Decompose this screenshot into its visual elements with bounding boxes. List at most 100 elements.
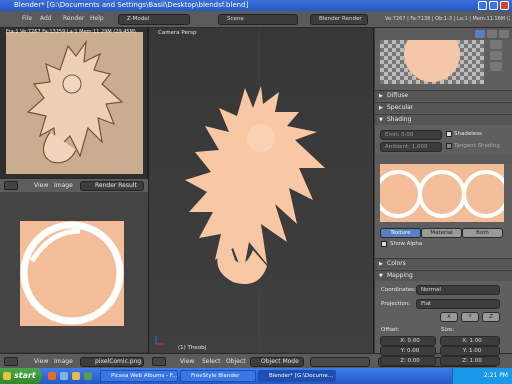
menu-select[interactable]: Select xyxy=(202,358,221,365)
close-button[interactable] xyxy=(500,1,509,10)
projection-dropdown[interactable]: Flat xyxy=(416,299,500,309)
tangent-shading-label: Tangent Shading xyxy=(454,143,500,149)
offset-label: Offset: xyxy=(381,327,400,333)
image-slot-selector[interactable]: Render Result xyxy=(80,181,144,191)
panel-specular[interactable]: ▶ Specular xyxy=(375,102,512,113)
expand-icon: ▼ xyxy=(379,117,383,123)
menu-view[interactable]: View xyxy=(34,182,48,189)
window-title-bar: Blender* [G:\Documents and Settings\Basi… xyxy=(0,0,512,11)
offset-z-field[interactable]: Z: 0.00 xyxy=(380,356,436,366)
quicklaunch-firefox-icon[interactable] xyxy=(48,372,56,380)
panel-label: Mapping xyxy=(387,272,413,279)
panel-label: Colors xyxy=(387,260,406,267)
image-editor-header: View Image Render Result xyxy=(0,178,148,192)
viewport-background xyxy=(149,28,373,353)
texture-preview xyxy=(380,164,504,222)
material-preview xyxy=(380,40,484,84)
minimize-button[interactable] xyxy=(478,1,487,10)
window-title: Blender* [G:\Documents and Settings\Basi… xyxy=(14,1,249,9)
active-object-overlay: (1) Theobj xyxy=(178,345,207,351)
start-button[interactable]: start xyxy=(0,368,42,384)
tab-icon[interactable] xyxy=(487,30,497,38)
collapse-icon: ▶ xyxy=(379,93,383,99)
clock: 2:21 PM xyxy=(483,372,508,379)
panel-colors[interactable]: ▶ Colors xyxy=(375,258,512,269)
rendered-character xyxy=(26,39,124,164)
axis-x-selector[interactable]: X xyxy=(440,312,458,322)
panel-shading[interactable]: ▼ Shading xyxy=(375,114,512,125)
ambient-field[interactable]: Ambient: 1.000 xyxy=(380,142,442,152)
mode-selector[interactable]: Object Mode xyxy=(250,357,304,367)
coordinates-dropdown[interactable]: Normal xyxy=(416,285,500,295)
quicklaunch-icon[interactable] xyxy=(84,372,92,380)
preview-flat-button[interactable] xyxy=(490,40,502,49)
texture-circle-pattern xyxy=(20,221,124,326)
task-picasa[interactable]: Picasa Web Albums - F... xyxy=(100,370,178,382)
shadeless-label: Shadeless xyxy=(454,131,482,137)
axis-z-selector[interactable]: Z xyxy=(482,312,500,322)
collapse-icon: ▶ xyxy=(379,261,383,267)
shading-controls[interactable] xyxy=(310,357,370,367)
view-name-overlay: Camera Persp xyxy=(158,30,197,36)
render-result-image xyxy=(6,32,143,174)
menu-image[interactable]: Image xyxy=(54,182,73,189)
tab-material[interactable]: Material xyxy=(421,228,462,238)
preview-sphere-button[interactable] xyxy=(490,51,502,60)
emit-field[interactable]: Emit: 0.00 xyxy=(380,130,442,140)
scene-stats: Ve:7267 | Fa:7138 | Ob:1-3 | La:1 | Mem:… xyxy=(385,16,510,22)
scene-selector[interactable]: Scene xyxy=(218,14,298,25)
tangent-shading-checkbox[interactable] xyxy=(446,143,452,149)
quicklaunch-icon[interactable] xyxy=(60,372,68,380)
image-file-selector[interactable]: pixelComic.png xyxy=(80,357,144,367)
size-y-field[interactable]: Y: 1.00 xyxy=(440,346,500,356)
tab-texture[interactable]: Texture xyxy=(380,228,421,238)
properties-header xyxy=(375,28,512,40)
projection-label: Projection: xyxy=(381,301,411,307)
layout-selector[interactable]: Z-Model xyxy=(118,14,190,25)
quicklaunch-icon[interactable] xyxy=(72,372,80,380)
axis-y-selector[interactable]: Y xyxy=(461,312,479,322)
panel-mapping[interactable]: ▼ Mapping xyxy=(375,270,512,281)
editor-type-button[interactable] xyxy=(4,357,18,366)
windows-logo-icon xyxy=(3,372,11,380)
menu-view[interactable]: View xyxy=(34,358,48,365)
render-stats-overlay: Fra:1 Ve:7267 Fa:13259 La:1 Mem:11.29M (… xyxy=(6,29,136,35)
offset-x-field[interactable]: X: 0.00 xyxy=(380,336,436,346)
menu-help[interactable]: Help xyxy=(90,15,104,22)
size-z-field[interactable]: Z: 1.00 xyxy=(440,356,500,366)
axis-gizmo-icon xyxy=(155,336,164,345)
panel-diffuse[interactable]: ▶ Diffuse xyxy=(375,90,512,101)
show-alpha-checkbox[interactable] xyxy=(381,241,387,247)
preview-cube-button[interactable] xyxy=(490,62,502,71)
render-engine-selector[interactable]: Blender Render xyxy=(310,14,368,25)
menu-view[interactable]: View xyxy=(180,358,194,365)
panel-label: Specular xyxy=(387,104,414,111)
show-alpha-label: Show Alpha xyxy=(390,241,423,247)
texture-editor-header: View Image pixelComic.png xyxy=(0,353,148,368)
menu-add[interactable]: Add xyxy=(40,15,52,22)
menu-render[interactable]: Render xyxy=(63,15,84,22)
tab-icon[interactable] xyxy=(499,30,509,38)
info-header: File Add Render Help Z-Model Scene Blend… xyxy=(0,11,512,28)
coordinates-label: Coordinates: xyxy=(381,287,416,293)
task-blender[interactable]: Blender* [G:\Docume... xyxy=(258,370,336,382)
texture-tab-icon[interactable] xyxy=(475,30,485,38)
size-x-field[interactable]: X: 1.00 xyxy=(440,336,500,346)
texture-context-header xyxy=(375,154,512,164)
menu-file[interactable]: File xyxy=(22,15,32,22)
editor-type-button[interactable] xyxy=(152,357,166,366)
collapse-icon: ▶ xyxy=(379,105,383,111)
menu-object[interactable]: Object xyxy=(226,358,246,365)
panel-label: Shading xyxy=(387,116,412,123)
editor-type-button[interactable] xyxy=(4,181,18,190)
menu-image[interactable]: Image xyxy=(54,358,73,365)
tab-both[interactable]: Both xyxy=(462,228,503,238)
character-model xyxy=(149,28,373,353)
expand-icon: ▼ xyxy=(379,273,383,279)
maximize-button[interactable] xyxy=(489,1,498,10)
shadeless-checkbox[interactable] xyxy=(446,131,452,137)
preview-type-buttons xyxy=(490,40,504,84)
offset-y-field[interactable]: Y: 0.00 xyxy=(380,346,436,356)
task-freestyle-blender[interactable]: FreeStyle Blender xyxy=(180,370,256,382)
texture-image xyxy=(20,221,124,326)
